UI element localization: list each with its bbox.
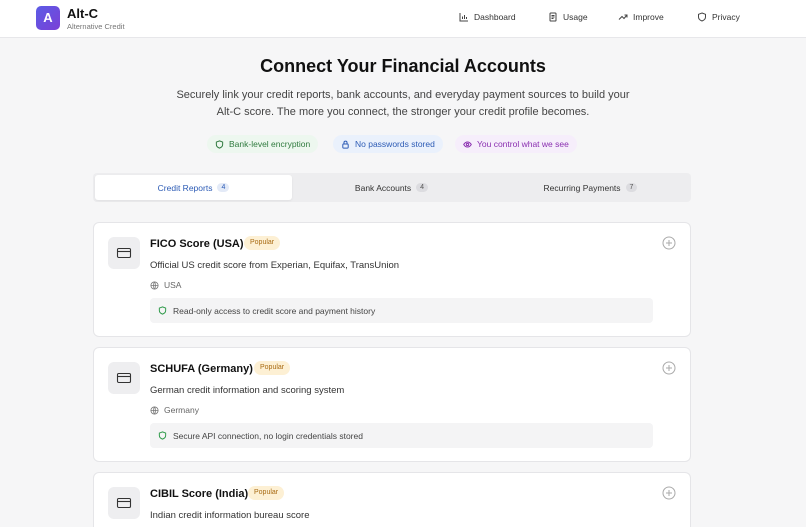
badge-no-passwords: No passwords stored xyxy=(333,135,443,153)
shield-icon xyxy=(158,306,167,315)
card-region: USA xyxy=(150,280,181,290)
tab-label: Bank Accounts xyxy=(354,182,412,193)
region-label: Germany xyxy=(164,405,199,415)
badge-you-control: You control what we see xyxy=(455,135,577,153)
card-description: Official US credit score from Experian, … xyxy=(150,260,400,271)
add-circle-icon[interactable] xyxy=(662,236,676,250)
add-circle-icon[interactable] xyxy=(662,361,676,375)
note-label: Read-only access to credit score and pay… xyxy=(173,305,376,316)
popular-badge: Popular xyxy=(248,486,285,500)
nav-dashboard[interactable]: Dashboard xyxy=(459,12,516,22)
nav-privacy[interactable]: Privacy xyxy=(697,12,740,22)
badge-label: You control what we see xyxy=(477,139,569,149)
shield-icon xyxy=(158,431,167,440)
card-region: Germany xyxy=(150,405,199,415)
shield-icon xyxy=(698,12,706,22)
globe-icon xyxy=(150,405,159,415)
nav-improve[interactable]: Improve xyxy=(618,12,664,22)
app-logo[interactable]: A xyxy=(36,6,60,30)
top-bar: A Alt-C Alternative Credit Dashboard Usa… xyxy=(0,0,806,38)
page-title: Connect Your Financial Accounts xyxy=(260,56,546,76)
source-card-schufa[interactable]: SCHUFA (Germany) Popular German credit i… xyxy=(93,347,691,462)
credit-card-icon xyxy=(108,487,140,519)
security-note: Read-only access to credit score and pay… xyxy=(150,298,653,323)
brand-name: Alt-C xyxy=(67,6,99,21)
nav-label: Usage xyxy=(563,12,588,22)
nav-label: Improve xyxy=(633,12,664,22)
tab-label: Recurring Payments xyxy=(543,182,621,193)
badge-label: No passwords stored xyxy=(355,139,435,149)
add-circle-icon[interactable] xyxy=(662,486,676,500)
note-label: Secure API connection, no login credenti… xyxy=(173,430,363,441)
tab-count: 4 xyxy=(217,183,230,192)
bar-chart-icon xyxy=(459,13,468,22)
nav-label: Privacy xyxy=(712,12,740,22)
category-tabs: Credit Reports 4 Bank Accounts 4 Recurri… xyxy=(93,173,691,202)
tab-credit-reports[interactable]: Credit Reports 4 xyxy=(95,175,292,200)
source-card-fico[interactable]: FICO Score (USA) Popular Official US cre… xyxy=(93,222,691,337)
credit-card-icon xyxy=(108,237,140,269)
tab-recurring-payments[interactable]: Recurring Payments 7 xyxy=(492,175,689,200)
eye-icon xyxy=(463,140,472,148)
trending-up-icon xyxy=(618,14,628,20)
tab-bank-accounts[interactable]: Bank Accounts 4 xyxy=(293,175,490,200)
card-description: Indian credit information bureau score xyxy=(150,510,310,521)
source-card-cibil[interactable]: CIBIL Score (India) Popular Indian credi… xyxy=(93,472,691,527)
brand-subtitle: Alternative Credit xyxy=(67,22,125,31)
tab-count: 4 xyxy=(416,183,429,192)
security-note: Secure API connection, no login credenti… xyxy=(150,423,653,448)
tab-label: Credit Reports xyxy=(157,182,213,193)
popular-badge: Popular xyxy=(254,361,291,375)
nav-label: Dashboard xyxy=(474,12,516,22)
page-subtitle: Securely link your credit reports, bank … xyxy=(176,89,630,118)
nav-usage[interactable]: Usage xyxy=(548,12,588,22)
region-label: USA xyxy=(164,280,182,290)
badge-label: Bank-level encryption xyxy=(229,139,311,149)
lock-icon xyxy=(342,140,349,149)
badge-encryption: Bank-level encryption xyxy=(207,135,319,153)
shield-icon xyxy=(215,139,224,149)
card-description: German credit information and scoring sy… xyxy=(150,385,345,396)
tab-count: 7 xyxy=(625,183,638,192)
card-title: FICO Score (USA) xyxy=(150,238,244,250)
receipt-icon xyxy=(549,12,557,22)
globe-icon xyxy=(150,280,159,290)
popular-badge: Popular xyxy=(244,236,281,250)
card-title: SCHUFA (Germany) xyxy=(150,363,253,375)
credit-card-icon xyxy=(108,362,140,394)
card-title: CIBIL Score (India) xyxy=(150,488,249,500)
